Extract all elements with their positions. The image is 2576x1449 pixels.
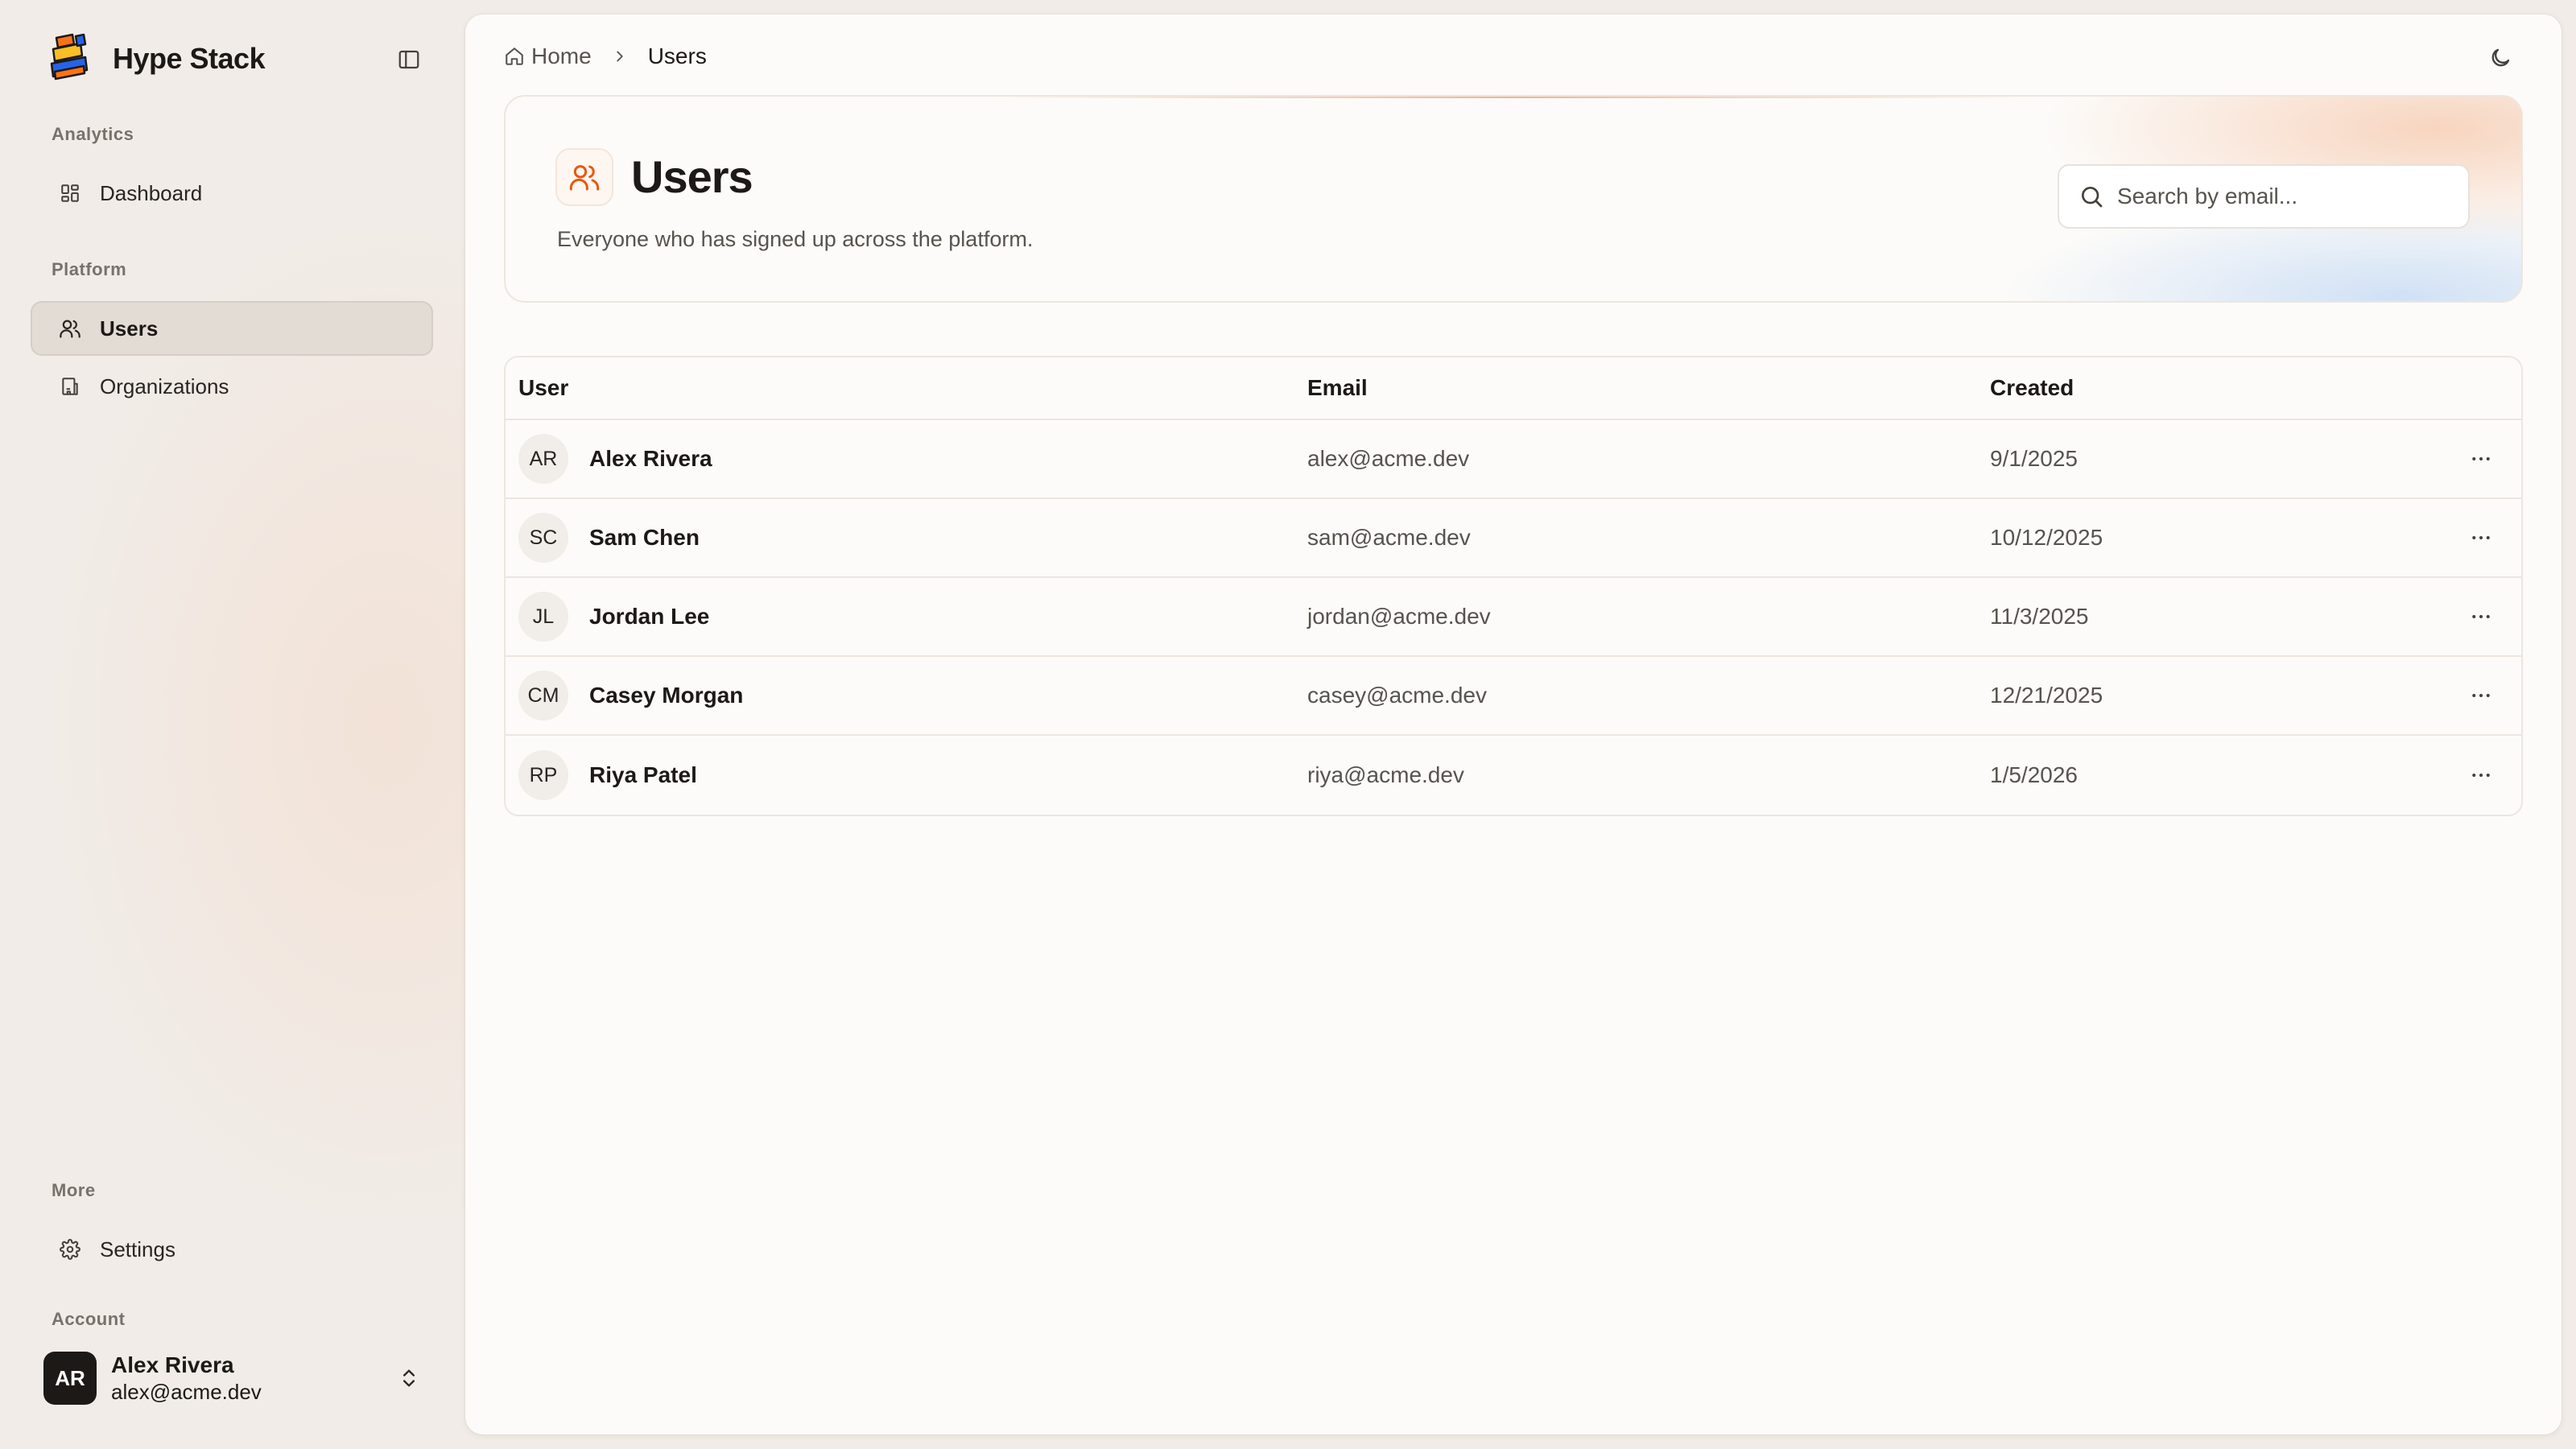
- brand[interactable]: Hype Stack: [48, 32, 266, 85]
- row-actions-button[interactable]: [2441, 763, 2521, 787]
- main-panel: Home Users Users Everyone who has signed…: [465, 14, 2562, 1435]
- avatar: RP: [518, 750, 568, 800]
- table-row[interactable]: JL Jordan Lee jordan@acme.dev 11/3/2025: [506, 578, 2521, 657]
- account-switcher[interactable]: AR Alex Rivera alex@acme.dev: [43, 1349, 428, 1407]
- section-label-account: Account: [52, 1309, 126, 1329]
- sidebar-toggle-icon: [398, 50, 419, 69]
- search-box[interactable]: [2058, 164, 2470, 229]
- gear-icon: [58, 1237, 82, 1261]
- home-icon: [506, 47, 523, 65]
- user-name: Riya Patel: [589, 762, 697, 787]
- table-row[interactable]: AR Alex Rivera alex@acme.dev 9/1/2025: [506, 420, 2521, 499]
- search-icon: [2082, 187, 2103, 208]
- sidebar-item-organizations[interactable]: Organizations: [31, 359, 433, 414]
- sidebar-item-settings[interactable]: Settings: [31, 1222, 433, 1277]
- user-created: 11/3/2025: [1990, 604, 2089, 629]
- account-name: Alex Rivera: [111, 1352, 234, 1377]
- user-email: alex@acme.dev: [1307, 446, 1470, 471]
- theme-toggle-button[interactable]: [2484, 42, 2516, 74]
- user-email: casey@acme.dev: [1307, 683, 1487, 708]
- chevrons-up-down-icon: [403, 1369, 415, 1387]
- user-name: Alex Rivera: [589, 446, 712, 471]
- avatar: AR: [43, 1352, 97, 1405]
- page-title: Users: [631, 151, 753, 202]
- user-name: Jordan Lee: [589, 604, 710, 629]
- user-created: 1/5/2026: [1990, 762, 2078, 787]
- more-horizontal-icon: [2472, 457, 2490, 460]
- sidebar-item-users[interactable]: Users: [31, 301, 433, 356]
- column-header-created[interactable]: Created: [1990, 375, 2441, 401]
- table-header: User Email Created: [506, 357, 2521, 420]
- breadcrumb: Home Users: [504, 42, 707, 71]
- page-subtitle: Everyone who has signed up across the pl…: [557, 227, 1034, 251]
- breadcrumb-current: Users: [647, 43, 707, 68]
- table-row[interactable]: SC Sam Chen sam@acme.dev 10/12/2025: [506, 499, 2521, 578]
- page-header-card: Users Everyone who has signed up across …: [504, 95, 2523, 303]
- user-email: riya@acme.dev: [1307, 762, 1464, 787]
- sidebar-item-label: Users: [100, 316, 159, 341]
- user-email: sam@acme.dev: [1307, 525, 1471, 550]
- section-label-more: More: [52, 1180, 96, 1200]
- more-horizontal-icon: [2472, 536, 2490, 539]
- chevron-right-icon: [611, 47, 629, 65]
- table-row[interactable]: CM Casey Morgan casey@acme.dev 12/21/2025: [506, 657, 2521, 736]
- sidebar-item-label: Settings: [100, 1236, 175, 1261]
- user-created: 9/1/2025: [1990, 446, 2078, 471]
- users-icon: [58, 316, 82, 341]
- column-header-user[interactable]: User: [506, 375, 1307, 401]
- breadcrumb-home[interactable]: Home: [504, 43, 592, 69]
- sidebar-item-label: Organizations: [100, 374, 229, 398]
- sidebar-item-dashboard[interactable]: Dashboard: [31, 166, 433, 221]
- row-actions-button[interactable]: [2441, 526, 2521, 550]
- avatar: JL: [518, 592, 568, 642]
- moon-icon: [2491, 48, 2510, 67]
- user-name: Sam Chen: [589, 525, 700, 550]
- users-table: User Email Created AR Alex Rivera alex@ac…: [504, 356, 2523, 816]
- sidebar-item-label: Dashboard: [100, 180, 203, 205]
- more-horizontal-icon: [2472, 694, 2490, 697]
- user-created: 10/12/2025: [1990, 525, 2103, 550]
- breadcrumb-home-label: Home: [531, 43, 592, 68]
- user-created: 12/21/2025: [1990, 683, 2103, 708]
- row-actions-button[interactable]: [2441, 605, 2521, 629]
- row-actions-button[interactable]: [2441, 683, 2521, 708]
- avatar: CM: [518, 671, 568, 720]
- sidebar: Hype Stack Analytics Dashboard Platform …: [0, 0, 464, 1449]
- search-input[interactable]: [2117, 184, 2455, 209]
- avatar: SC: [518, 513, 568, 563]
- section-label-platform: Platform: [52, 259, 127, 279]
- account-email: alex@acme.dev: [111, 1380, 262, 1404]
- hype-stack-logo: [50, 33, 89, 80]
- avatar: AR: [518, 434, 568, 484]
- more-horizontal-icon: [2472, 615, 2490, 618]
- users-icon: [555, 148, 613, 206]
- section-label-analytics: Analytics: [52, 124, 134, 144]
- table-row[interactable]: RP Riya Patel riya@acme.dev 1/5/2026: [506, 736, 2521, 815]
- sidebar-toggle-button[interactable]: [393, 43, 425, 76]
- app-name: Hype Stack: [113, 42, 266, 75]
- building-icon: [58, 374, 82, 398]
- dashboard-grid-icon: [58, 181, 82, 205]
- row-actions-button[interactable]: [2441, 447, 2521, 471]
- column-header-email[interactable]: Email: [1307, 375, 1990, 401]
- user-email: jordan@acme.dev: [1307, 604, 1491, 629]
- more-horizontal-icon: [2472, 774, 2490, 777]
- user-name: Casey Morgan: [589, 683, 744, 708]
